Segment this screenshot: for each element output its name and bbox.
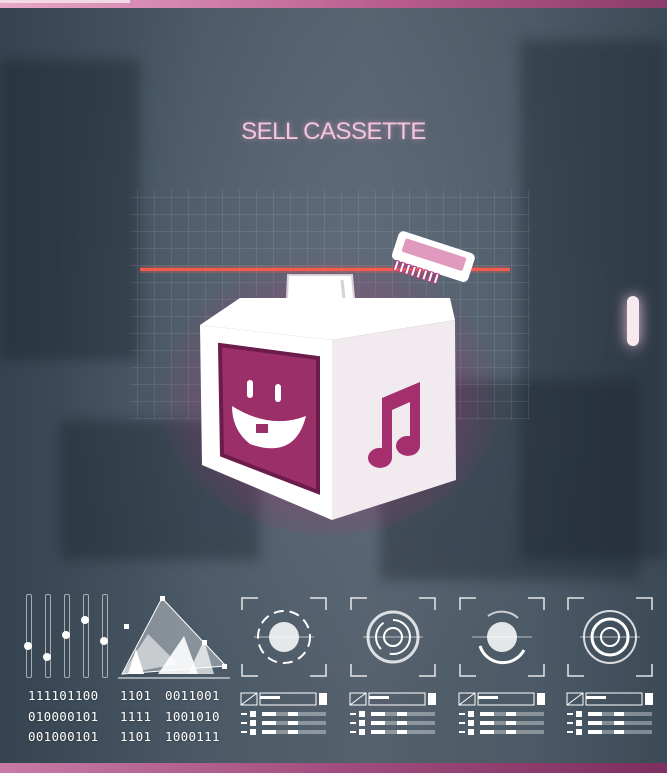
slider-track bbox=[83, 594, 89, 678]
cassette-sell-box-icon[interactable] bbox=[120, 180, 540, 540]
binary-readout-1: 111101100 010000101 001000101 bbox=[28, 688, 99, 744]
target-scope-3 bbox=[459, 597, 545, 677]
waveform-graph bbox=[118, 596, 230, 679]
face-eye-left bbox=[247, 380, 253, 398]
target-scope-2 bbox=[350, 597, 436, 677]
binary-readout-2: 1101 1111 1101 bbox=[120, 688, 152, 744]
mini-status-panel bbox=[566, 692, 653, 735]
bottom-frame-bar bbox=[0, 763, 667, 773]
level-sliders bbox=[24, 594, 116, 678]
binary-readout-3: 0011001 1001010 1000111 bbox=[165, 688, 220, 744]
slider-knob bbox=[62, 631, 70, 639]
mini-status-panel bbox=[349, 692, 436, 735]
target-scope-4 bbox=[567, 597, 653, 677]
side-light bbox=[627, 296, 639, 346]
slider-track bbox=[26, 594, 32, 678]
slider-knob bbox=[100, 636, 108, 645]
target-scope-1 bbox=[241, 597, 327, 677]
mini-status-panel bbox=[240, 692, 327, 735]
slider-track bbox=[102, 594, 108, 678]
slider-track bbox=[45, 594, 51, 678]
face-eye-right bbox=[275, 384, 281, 402]
top-frame-bar bbox=[0, 0, 667, 8]
mini-status-panel bbox=[458, 692, 545, 735]
screen-title: SELL CASSETTE bbox=[241, 118, 426, 145]
hud-panel: 111101100 010000101 001000101 1101 1111 1101… bbox=[0, 590, 667, 750]
